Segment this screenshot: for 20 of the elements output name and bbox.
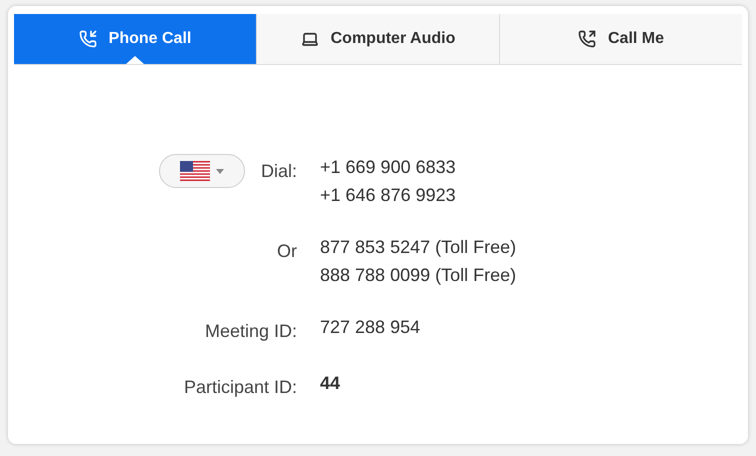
field-label: Dial: xyxy=(260,160,297,183)
field-label: Participant ID: xyxy=(184,376,297,399)
tab-pointer xyxy=(126,56,144,64)
caret-icon xyxy=(216,168,224,174)
field-value: 44 xyxy=(320,372,340,395)
field-value: +1 669 900 6833 xyxy=(320,156,456,179)
flag-icon xyxy=(180,161,210,181)
field-label: Or xyxy=(277,240,297,263)
phone-outgoing-icon xyxy=(578,30,596,48)
field-value: 877 853 5247 (Toll Free) xyxy=(320,236,516,259)
field-value: 727 288 954 xyxy=(320,316,420,339)
field-label: Meeting ID: xyxy=(204,320,297,343)
country-dropdown[interactable] xyxy=(158,154,245,188)
phone-incoming-icon xyxy=(78,30,97,48)
field-value: +1 646 876 9923 xyxy=(320,184,456,207)
tab[interactable]: Call Me xyxy=(499,14,742,64)
tab[interactable]: Computer Audio xyxy=(256,14,499,64)
laptop-icon xyxy=(300,30,319,48)
tab[interactable]: Phone Call xyxy=(14,14,256,64)
field-value: 888 788 0099 (Toll Free) xyxy=(320,264,516,287)
